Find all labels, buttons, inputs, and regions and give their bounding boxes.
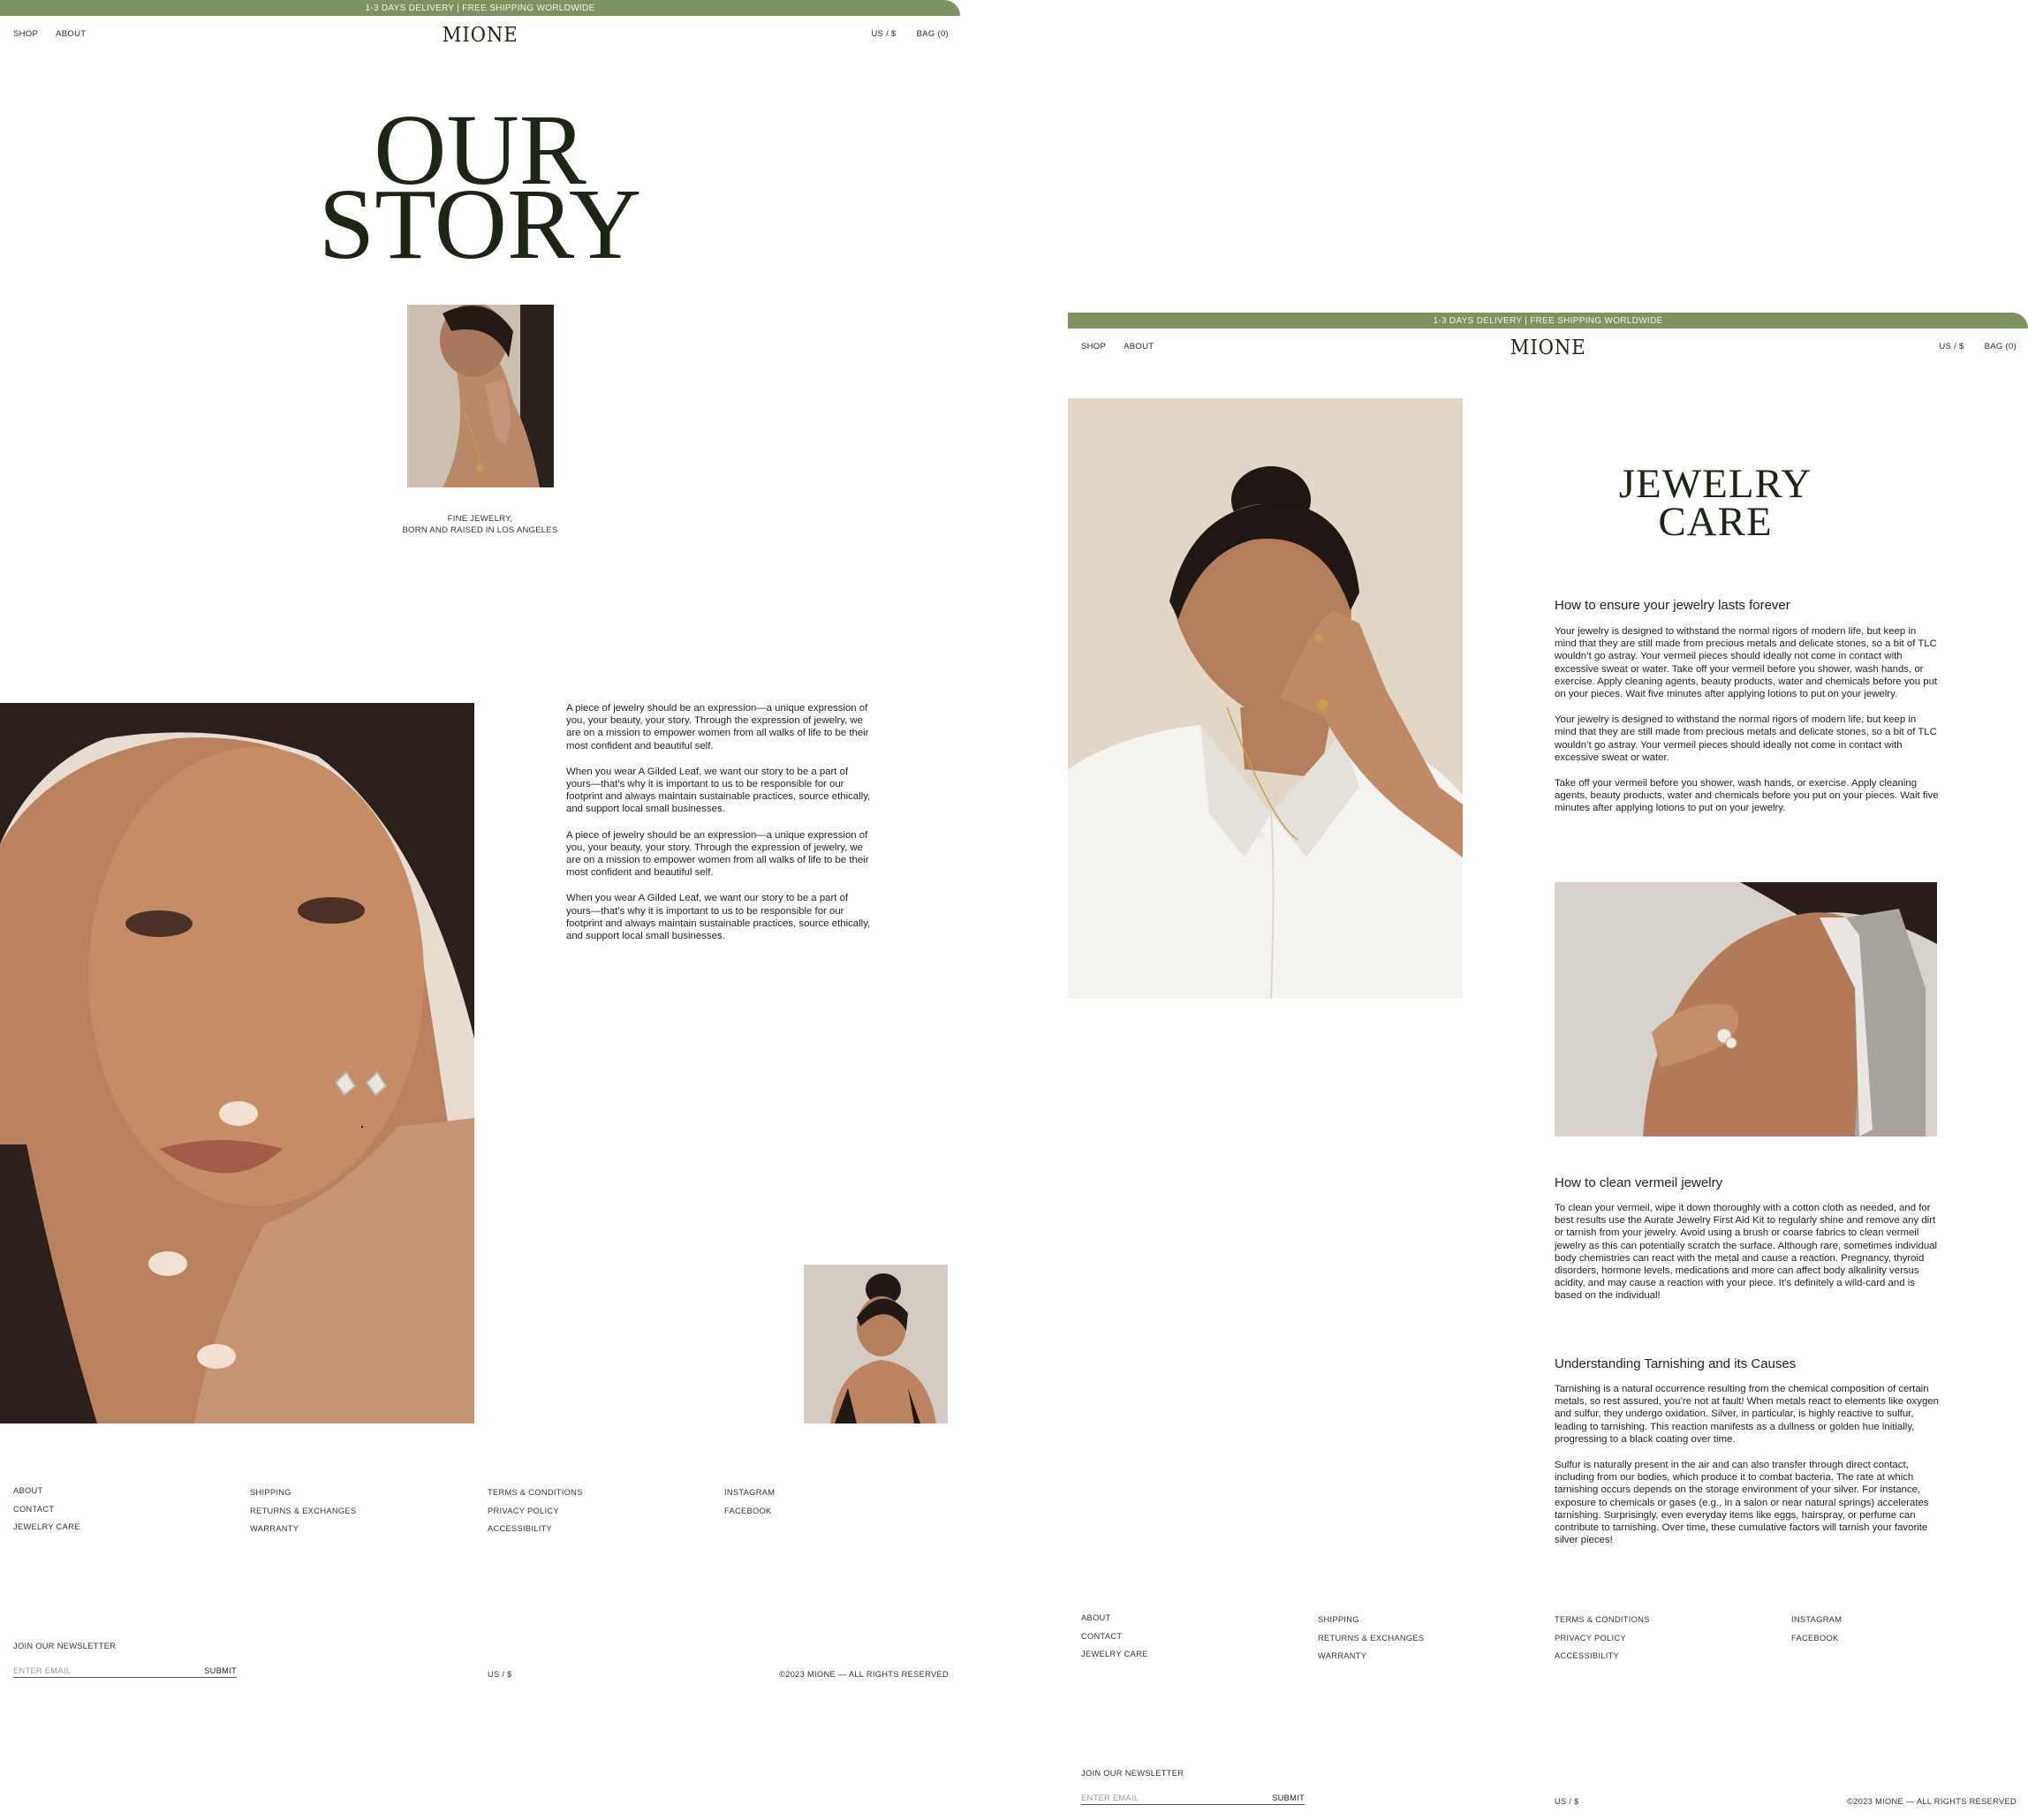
bag-link[interactable]: BAG (0) <box>917 29 949 39</box>
jewelry-care-page: 1-3 DAYS DELIVERY | FREE SHIPPING WORLDW… <box>1068 313 2028 1820</box>
care-detail-photo <box>1555 882 1937 1137</box>
site-logo[interactable]: MIONE <box>1068 336 2028 359</box>
footer-link-instagram[interactable]: INSTAGRAM <box>724 1488 775 1507</box>
footer-links-legal: TERMS & CONDITIONS PRIVACY POLICY ACCESS… <box>488 1488 583 1543</box>
section-heading: How to ensure your jewelry lasts forever <box>1555 598 1790 613</box>
announcement-banner: 1-3 DAYS DELIVERY | FREE SHIPPING WORLDW… <box>1068 313 2028 329</box>
footer-link-privacy[interactable]: PRIVACY POLICY <box>488 1507 583 1525</box>
portrait-photo-small <box>804 1265 948 1424</box>
footer-link-contact[interactable]: CONTACT <box>13 1505 80 1523</box>
care-portrait-photo <box>1068 398 1463 999</box>
newsletter-label: JOIN OUR NEWSLETTER <box>13 1642 117 1650</box>
care-paragraph: Your jewelry is designed to withstand th… <box>1555 626 1938 700</box>
newsletter-form: SUBMIT <box>13 1664 237 1678</box>
footer-links-service: SHIPPING RETURNS & EXCHANGES WARRANTY <box>1318 1615 1424 1670</box>
footer-currency-selector[interactable]: US / $ <box>1555 1797 1579 1806</box>
care-section-1-text: Your jewelry is designed to withstand th… <box>1555 625 1941 828</box>
copyright: ©2023 MIONE — ALL RIGHTS RESERVED <box>779 1670 949 1679</box>
footer-link-facebook[interactable]: FACEBOOK <box>724 1507 775 1525</box>
footer-link-instagram[interactable]: INSTAGRAM <box>1791 1615 1842 1634</box>
logo-text[interactable]: MIONE <box>1510 336 1586 359</box>
care-paragraph: To clean your vermeil, wipe it down thor… <box>1555 1203 1938 1302</box>
story-paragraph: When you wear A Gilded Leaf, we want our… <box>566 766 871 815</box>
newsletter-email-input[interactable] <box>13 1665 163 1675</box>
footer-link-shipping[interactable]: SHIPPING <box>1318 1615 1424 1634</box>
footer-link-terms[interactable]: TERMS & CONDITIONS <box>488 1488 583 1507</box>
portrait-photo-large <box>0 703 474 1424</box>
footer-link-privacy[interactable]: PRIVACY POLICY <box>1555 1634 1650 1652</box>
footer-link-about[interactable]: ABOUT <box>13 1486 80 1505</box>
newsletter-submit-button[interactable]: SUBMIT <box>1272 1794 1305 1802</box>
currency-selector[interactable]: US / $ <box>1939 342 1964 351</box>
newsletter-submit-button[interactable]: SUBMIT <box>204 1666 237 1675</box>
footer-links-company: ABOUT CONTACT JEWELRY CARE <box>13 1486 80 1541</box>
footer-currency-selector[interactable]: US / $ <box>488 1670 512 1679</box>
footer-link-warranty[interactable]: WARRANTY <box>1318 1651 1424 1670</box>
section-heading: How to clean vermeil jewelry <box>1555 1175 1723 1190</box>
story-paragraph: When you wear A Gilded Leaf, we want our… <box>566 893 871 942</box>
site-logo[interactable]: MIONE <box>0 24 960 47</box>
footer-link-jewelry-care[interactable]: JEWELRY CARE <box>1081 1650 1148 1668</box>
our-story-page: 1-3 DAYS DELIVERY | FREE SHIPPING WORLDW… <box>0 0 960 1704</box>
newsletter-email-input[interactable] <box>1081 1793 1231 1802</box>
section-heading: Understanding Tarnishing and its Causes <box>1555 1356 1797 1371</box>
footer-links-social: INSTAGRAM FACEBOOK <box>1791 1615 1842 1651</box>
footer-link-returns[interactable]: RETURNS & EXCHANGES <box>250 1507 356 1525</box>
page-title-line-1: JEWELRY <box>1618 461 1812 507</box>
story-paragraph: A piece of jewelry should be an expressi… <box>566 703 869 751</box>
footer-link-accessibility[interactable]: ACCESSIBILITY <box>488 1524 583 1543</box>
care-paragraph: Your jewelry is designed to withstand th… <box>1555 714 1937 763</box>
utility-nav: US / $ BAG (0) <box>871 29 949 39</box>
hero-caption-line-1: FINE JEWELRY, <box>447 514 513 524</box>
footer-links-legal: TERMS & CONDITIONS PRIVACY POLICY ACCESS… <box>1555 1615 1650 1670</box>
care-section-3-text: Tarnishing is a natural occurrence resul… <box>1555 1383 1941 1559</box>
footer-link-warranty[interactable]: WARRANTY <box>250 1524 356 1543</box>
hero-photo <box>407 305 554 487</box>
page-title: JEWELRY CARE <box>1554 461 1877 545</box>
footer-links-company: ABOUT CONTACT JEWELRY CARE <box>1081 1613 1148 1668</box>
logo-text[interactable]: MIONE <box>443 24 518 47</box>
care-paragraph: Take off your vermeil before you shower,… <box>1555 778 1939 814</box>
currency-selector[interactable]: US / $ <box>871 29 896 39</box>
utility-nav: US / $ BAG (0) <box>1939 342 2017 351</box>
page-title-line-2: STORY <box>318 168 642 280</box>
footer-link-accessibility[interactable]: ACCESSIBILITY <box>1555 1651 1650 1670</box>
footer-link-facebook[interactable]: FACEBOOK <box>1791 1634 1842 1652</box>
footer-link-about[interactable]: ABOUT <box>1081 1613 1148 1632</box>
bag-link[interactable]: BAG (0) <box>1985 342 2017 351</box>
footer-link-returns[interactable]: RETURNS & EXCHANGES <box>1318 1634 1424 1652</box>
newsletter-form: SUBMIT <box>1081 1791 1305 1805</box>
care-section-2-text: To clean your vermeil, wipe it down thor… <box>1555 1202 1941 1316</box>
footer-link-shipping[interactable]: SHIPPING <box>250 1488 356 1507</box>
copyright: ©2023 MIONE — ALL RIGHTS RESERVED <box>1847 1797 2017 1806</box>
newsletter-label: JOIN OUR NEWSLETTER <box>1081 1769 1184 1778</box>
hero-caption: FINE JEWELRY, BORN AND RAISED IN LOS ANG… <box>0 514 960 536</box>
story-text: A piece of jewelry should be an expressi… <box>566 702 871 955</box>
care-paragraph: Tarnishing is a natural occurrence resul… <box>1555 1384 1939 1445</box>
hero-caption-line-2: BORN AND RAISED IN LOS ANGELES <box>402 525 558 535</box>
page-title: OUR STORY <box>0 100 960 280</box>
care-paragraph: Sulfur is naturally present in the air a… <box>1555 1460 1929 1546</box>
page-title-line-2: CARE <box>1658 499 1773 545</box>
footer-link-contact[interactable]: CONTACT <box>1081 1632 1148 1650</box>
footer-links-social: INSTAGRAM FACEBOOK <box>724 1488 775 1524</box>
announcement-banner: 1-3 DAYS DELIVERY | FREE SHIPPING WORLDW… <box>0 0 960 16</box>
footer-links-service: SHIPPING RETURNS & EXCHANGES WARRANTY <box>250 1488 356 1543</box>
footer-link-jewelry-care[interactable]: JEWELRY CARE <box>13 1522 80 1541</box>
footer-link-terms[interactable]: TERMS & CONDITIONS <box>1555 1615 1650 1634</box>
story-paragraph: A piece of jewelry should be an expressi… <box>566 829 869 879</box>
